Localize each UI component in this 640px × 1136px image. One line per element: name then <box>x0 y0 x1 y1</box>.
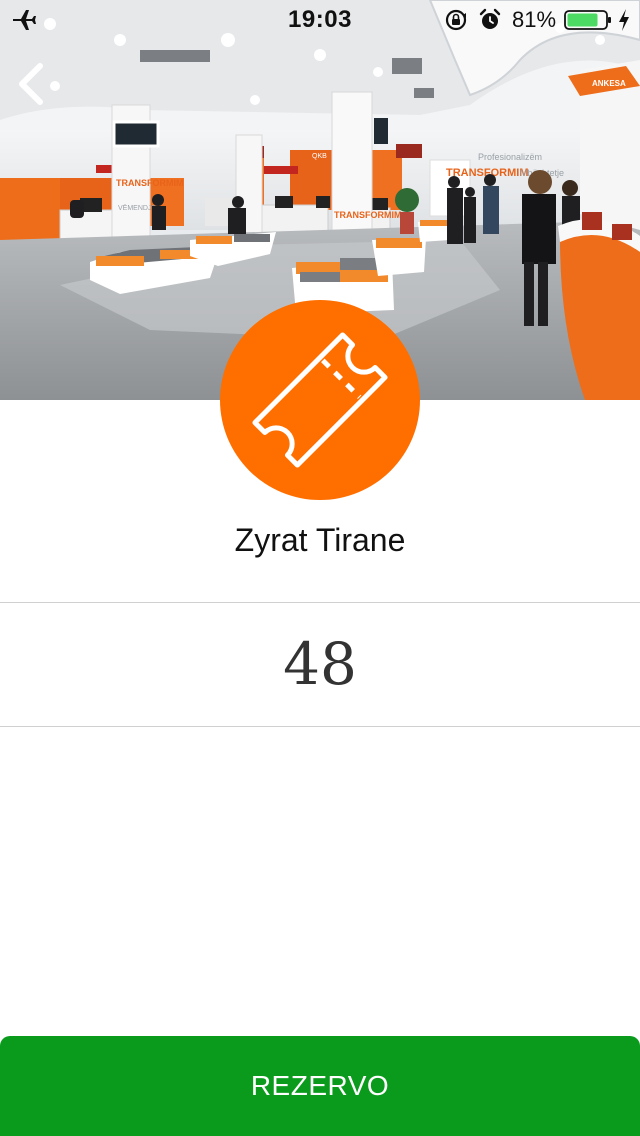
pillar-sign-vemendje: VËMENDJE <box>118 204 156 212</box>
qkb-sign: QKB <box>312 153 327 160</box>
office-name: Zyrat Tirane <box>234 522 406 558</box>
divider-bottom <box>0 726 640 727</box>
ticket-badge <box>220 300 420 500</box>
orientation-lock-icon <box>445 9 467 31</box>
battery-percentage: 81% <box>512 7 557 32</box>
charging-bolt-icon <box>619 9 629 31</box>
divider-top <box>0 602 640 603</box>
chevron-left-icon <box>19 63 43 105</box>
reserve-button[interactable]: REZERVO <box>0 1036 640 1136</box>
back-button[interactable] <box>8 58 56 114</box>
battery-fill <box>567 13 598 27</box>
status-bar: 19:03 81% <box>0 0 640 40</box>
battery-icon <box>564 10 611 30</box>
ankesa-sign: ANKESA <box>592 79 626 88</box>
pillar-sign-center: TRANSFORMIM <box>334 210 402 220</box>
ticket-icon <box>252 332 388 468</box>
queue-count: 48 <box>283 630 357 698</box>
pillar-sign-left: TRANSFORMIM <box>116 178 184 188</box>
wall-sign-profesionalizem: Profesionalizëm <box>478 152 542 162</box>
alarm-icon <box>479 8 501 29</box>
